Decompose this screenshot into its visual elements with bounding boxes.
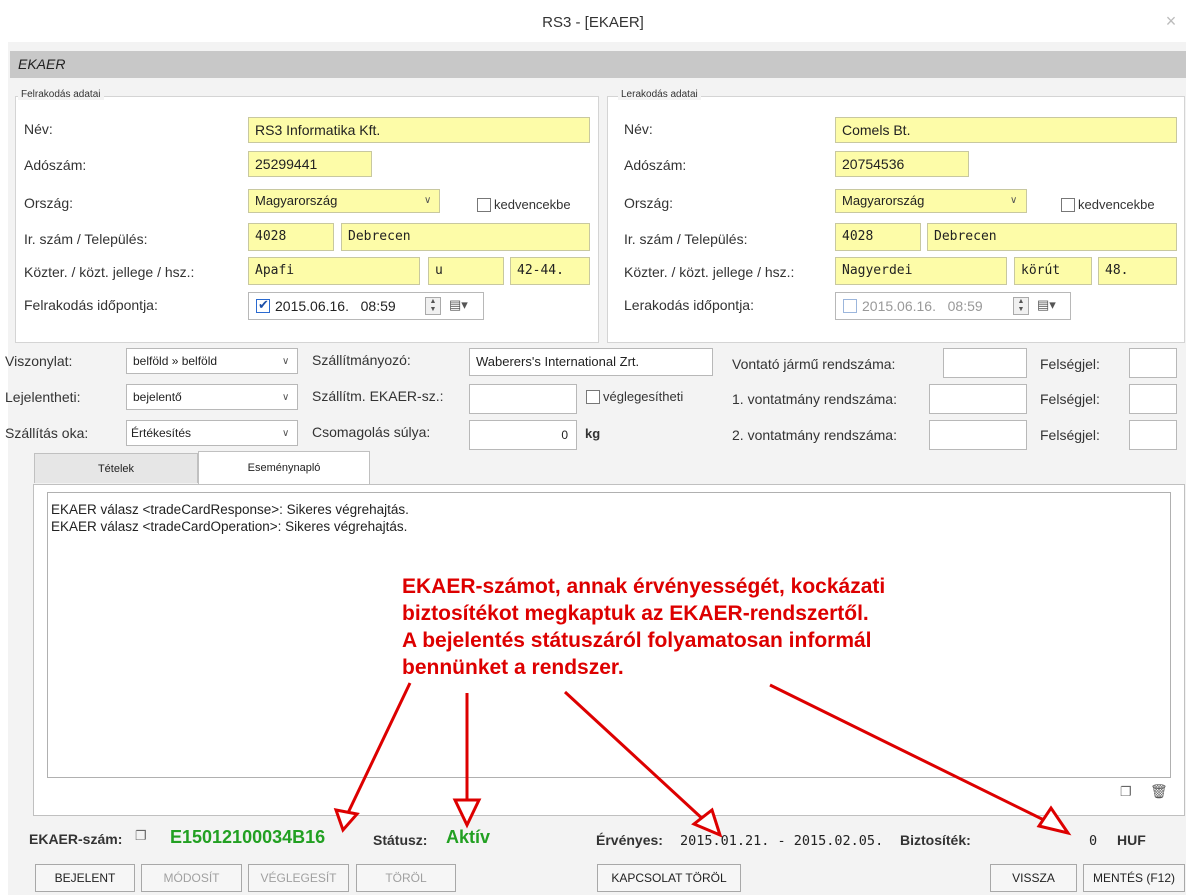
guarantee-value: 0	[1089, 833, 1098, 849]
arrow-line	[345, 682, 412, 816]
valid-label: Érvényes:	[596, 832, 663, 848]
status-label: Státusz:	[373, 832, 428, 848]
ekaer-number-label: EKAER-szám:	[29, 831, 123, 847]
copy-icon[interactable]: ❐	[135, 828, 147, 844]
valid-value: 2015.01.21. - 2015.02.05.	[680, 833, 884, 849]
currency: HUF	[1117, 832, 1146, 848]
report-button[interactable]: BEJELENT	[35, 864, 135, 892]
arrow-line	[563, 690, 708, 824]
unlink-button[interactable]: KAPCSOLAT TÖRÖL	[597, 864, 741, 892]
annotation-arrows	[333, 682, 1072, 838]
guarantee-label: Biztosíték:	[900, 832, 971, 848]
arrow-head	[452, 798, 482, 829]
arrow-head	[333, 808, 360, 833]
back-button[interactable]: VISSZA	[990, 864, 1077, 892]
delete-button[interactable]: TÖRÖL	[356, 864, 456, 892]
status-value: Aktív	[446, 827, 491, 847]
modify-button[interactable]: MÓDOSÍT	[141, 864, 242, 892]
arrow-head	[1036, 805, 1072, 836]
ekaer-number: E15012100034B16	[170, 827, 326, 847]
arrow-line	[769, 683, 1051, 825]
save-button[interactable]: MENTÉS (F12)	[1083, 864, 1185, 892]
finalize-button[interactable]: VÉGLEGESÍT	[248, 864, 349, 892]
